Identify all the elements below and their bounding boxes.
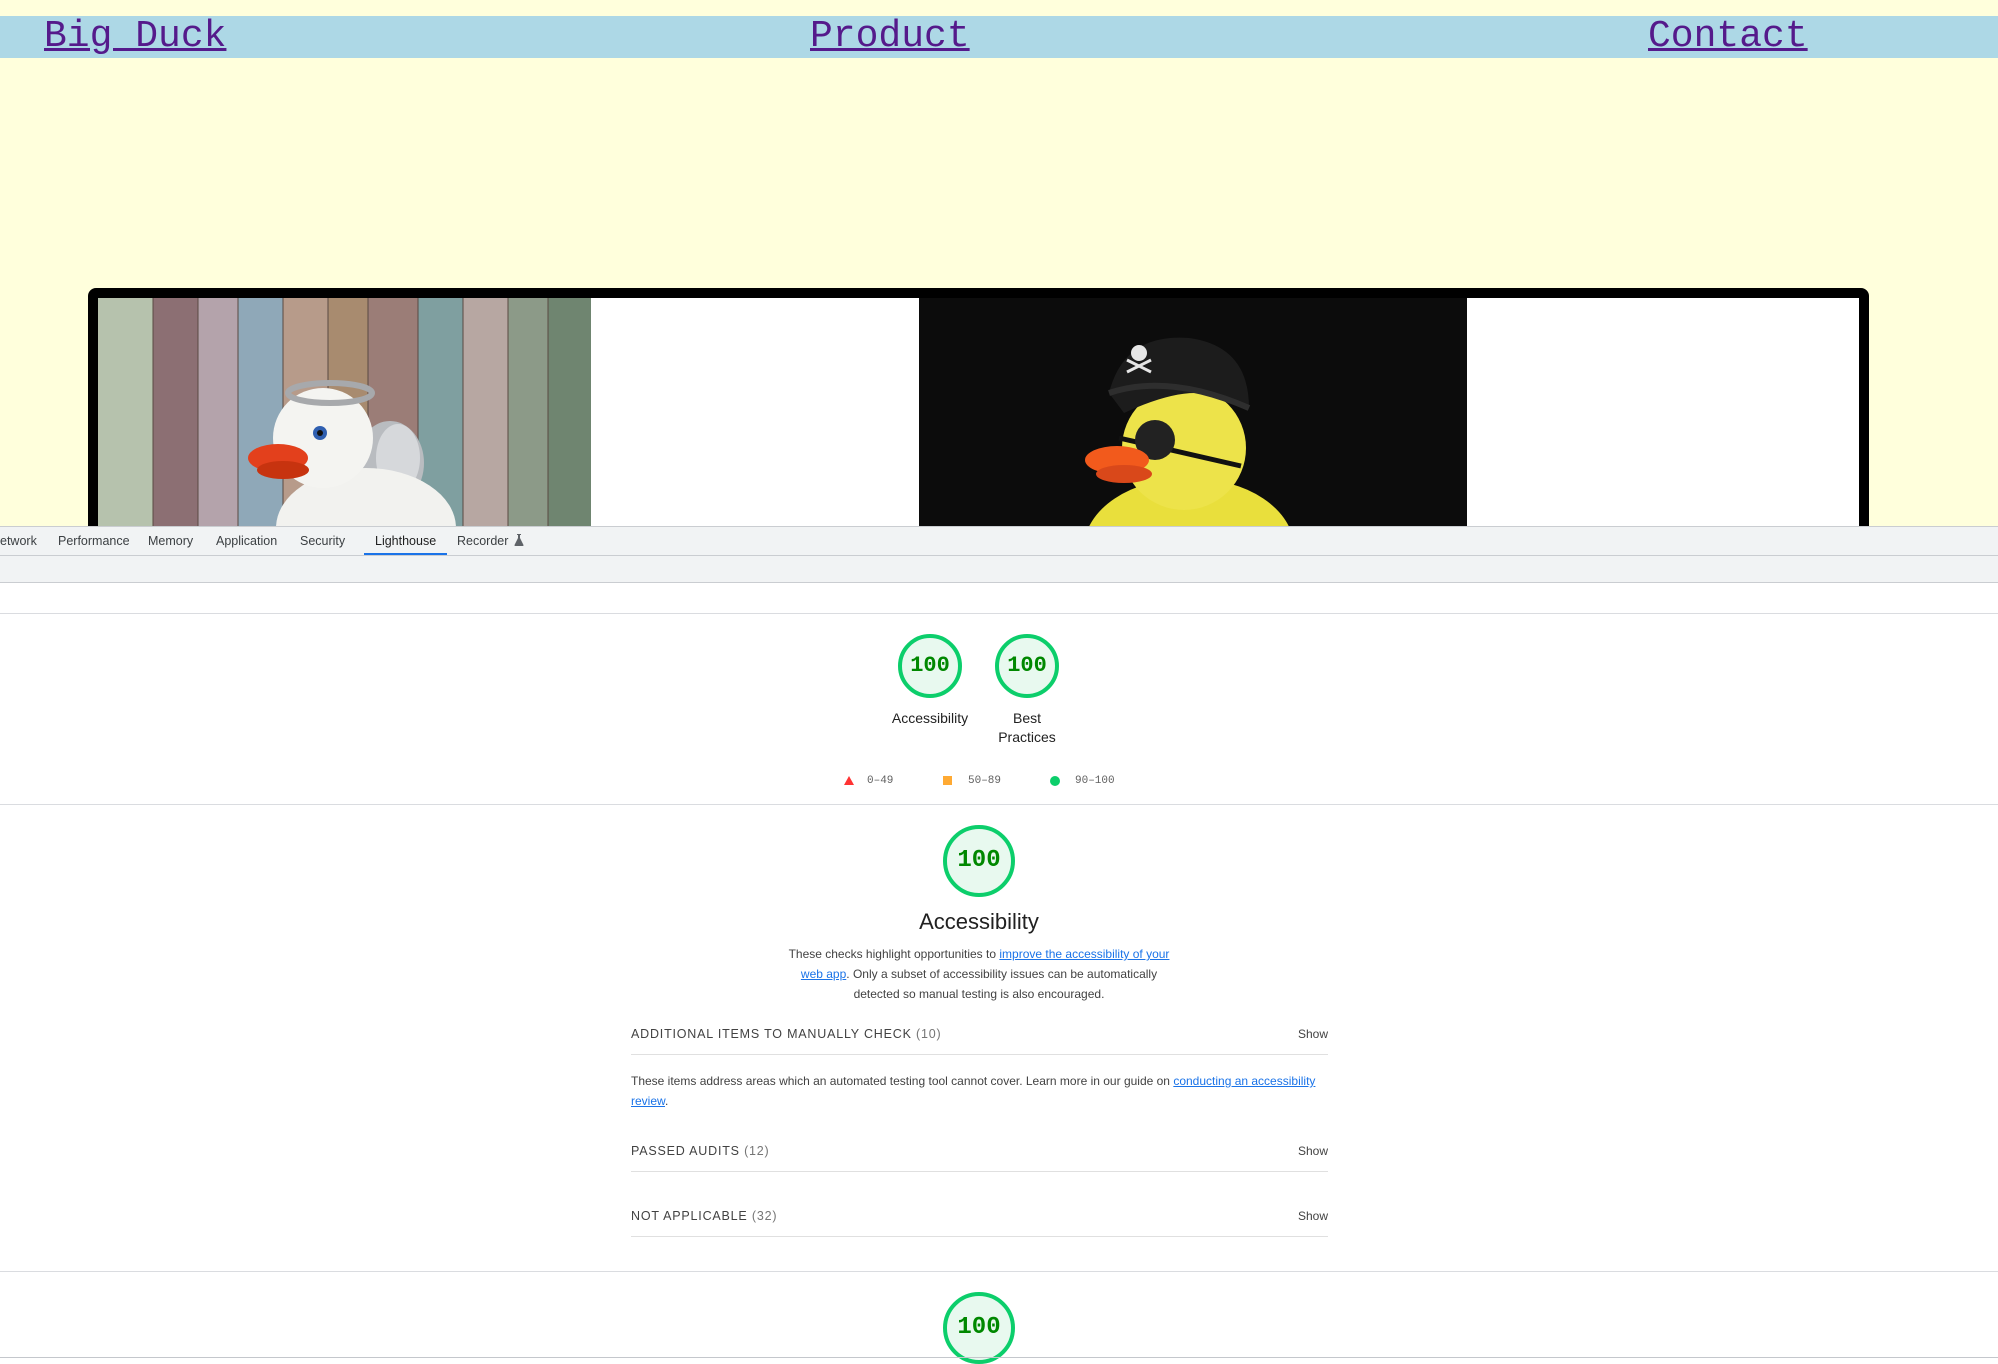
not-applicable-group-title: NOT APPLICABLE (32): [631, 1196, 777, 1236]
manual-check-group-header[interactable]: ADDITIONAL ITEMS TO MANUALLY CHECK (10) …: [631, 1014, 1328, 1055]
gallery-blank-panel-right: [1467, 298, 1859, 526]
tab-lighthouse[interactable]: Lighthouse: [364, 527, 448, 555]
accessibility-summary-gauge[interactable]: 100: [898, 634, 962, 698]
manual-desc-text-post: .: [665, 1094, 669, 1108]
angel-duck-image[interactable]: [98, 298, 591, 526]
angel-duck-illustration: [98, 298, 591, 526]
pirate-duck-illustration: [919, 298, 1467, 526]
tab-recorder-label: Recorder: [457, 534, 509, 548]
site-nav-bar: Big Duck Product Contact: [0, 16, 1998, 58]
best-practices-summary-gauge[interactable]: 100: [995, 634, 1059, 698]
accessibility-category-gauge: 100: [943, 825, 1015, 897]
accessibility-desc-text-pre: These checks highlight opportunities to: [788, 947, 1000, 961]
accessibility-category-title: Accessibility: [919, 909, 1039, 934]
gallery-blank-panel: [591, 298, 919, 526]
passed-audits-group-title: PASSED AUDITS (12): [631, 1131, 770, 1171]
tab-application[interactable]: Application: [216, 527, 277, 555]
accessibility-summary-label[interactable]: Accessibility: [870, 709, 990, 728]
accessibility-category-description: These checks highlight opportunities to …: [780, 944, 1178, 1004]
manual-desc-text-pre: These items address areas which an autom…: [631, 1074, 1174, 1088]
tab-security[interactable]: Security: [300, 527, 345, 555]
tab-network[interactable]: etwork: [0, 527, 37, 555]
not-applicable-count: (32): [751, 1209, 778, 1223]
average-square-icon: [943, 776, 952, 785]
pirate-duck-image[interactable]: [919, 298, 1467, 526]
product-gallery: [88, 288, 1869, 526]
manual-check-group-title: ADDITIONAL ITEMS TO MANUALLY CHECK (10): [631, 1014, 941, 1054]
tab-recorder[interactable]: Recorder: [457, 527, 524, 555]
nav-link-big-duck[interactable]: Big Duck: [44, 16, 226, 58]
website-viewport: Big Duck Product Contact: [0, 0, 1998, 526]
tab-lighthouse-label: Lighthouse: [375, 534, 437, 548]
not-applicable-group-header[interactable]: NOT APPLICABLE (32) Show: [631, 1196, 1328, 1237]
nav-link-product[interactable]: Product: [810, 16, 970, 58]
manual-check-title-text: ADDITIONAL ITEMS TO MANUALLY CHECK: [631, 1027, 912, 1041]
next-category-gauge: 100: [943, 1292, 1015, 1364]
lighthouse-toolbar: [0, 556, 1998, 583]
passed-audits-show-toggle[interactable]: Show: [1298, 1131, 1328, 1171]
legend-pass-range: 90–100: [1075, 775, 1115, 787]
tab-memory[interactable]: Memory: [148, 527, 193, 555]
not-applicable-title-text: NOT APPLICABLE: [631, 1209, 748, 1223]
manual-check-count: (10): [916, 1027, 942, 1041]
manual-check-description: These items address areas which an autom…: [631, 1071, 1328, 1111]
nav-link-contact[interactable]: Contact: [1648, 16, 1808, 58]
bottom-edge-line: [0, 1357, 1998, 1358]
legend-fail-range: 0–49: [867, 775, 894, 787]
pass-circle-icon: [1050, 776, 1060, 786]
fail-triangle-icon: [844, 776, 854, 785]
summary-divider: [0, 804, 1998, 805]
legend-average-range: 50–89: [968, 775, 1002, 787]
passed-audits-group-header[interactable]: PASSED AUDITS (12) Show: [631, 1131, 1328, 1172]
best-practices-summary-label[interactable]: Best Practices: [987, 709, 1067, 747]
devtools-tab-bar: etwork Performance Memory Application Se…: [0, 526, 1998, 556]
manual-check-show-toggle[interactable]: Show: [1298, 1014, 1328, 1054]
category-divider: [0, 1271, 1998, 1272]
not-applicable-show-toggle[interactable]: Show: [1298, 1196, 1328, 1236]
experiment-flask-icon: [514, 534, 524, 546]
passed-audits-count: (12): [744, 1144, 770, 1158]
report-top-divider: [0, 613, 1998, 614]
passed-audits-title-text: PASSED AUDITS: [631, 1144, 740, 1158]
accessibility-desc-text-post: . Only a subset of accessibility issues …: [846, 967, 1158, 1001]
tab-performance[interactable]: Performance: [58, 527, 130, 555]
